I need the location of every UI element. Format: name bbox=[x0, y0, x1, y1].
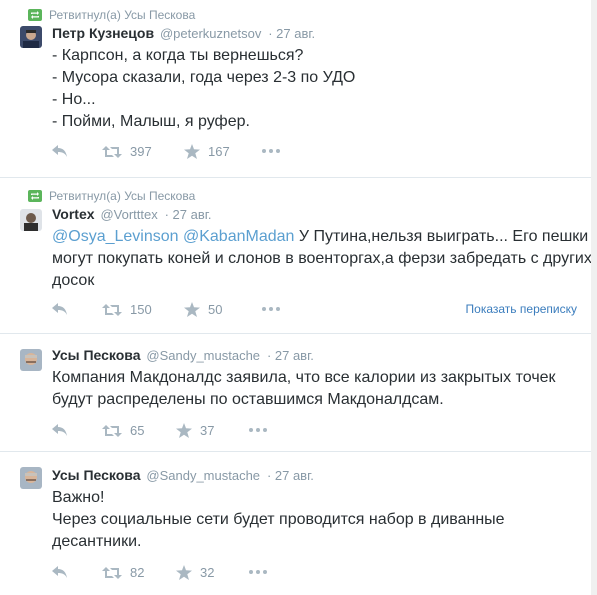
avatar[interactable] bbox=[20, 467, 42, 489]
tweet-header: Петр Кузнецов @peterkuznetsov · 27 авг. bbox=[52, 25, 315, 41]
text-line: Важно! bbox=[52, 489, 105, 506]
more-icon bbox=[262, 149, 280, 153]
more-button[interactable] bbox=[262, 149, 280, 153]
reply-icon bbox=[52, 145, 67, 157]
text-line: могут покупать коней и слонов в военторг… bbox=[52, 250, 592, 267]
reply-button[interactable] bbox=[52, 302, 68, 316]
star-icon bbox=[184, 302, 200, 317]
star-icon bbox=[176, 565, 192, 580]
timestamp[interactable]: · 27 авг. bbox=[267, 348, 314, 363]
reply-icon bbox=[52, 566, 67, 578]
favorite-button[interactable]: 37 bbox=[176, 423, 214, 438]
star-icon bbox=[176, 423, 192, 438]
favorite-button[interactable]: 50 bbox=[184, 302, 222, 317]
retweeted-by-label: Ретвитнул(а) Усы Пескова bbox=[49, 8, 196, 22]
favorite-count: 32 bbox=[200, 565, 215, 580]
avatar[interactable] bbox=[20, 26, 42, 48]
tweet-text: - Карпсон, а когда ты вернешься? - Мусор… bbox=[52, 45, 582, 133]
author-handle[interactable]: @Vortttex bbox=[100, 207, 157, 222]
mention-link[interactable]: @Osya_Levinson bbox=[52, 228, 179, 245]
reply-button[interactable] bbox=[52, 565, 68, 579]
retweet-icon bbox=[102, 303, 122, 316]
more-button[interactable] bbox=[249, 570, 267, 574]
retweeted-by[interactable]: Ретвитнул(а) Усы Пескова bbox=[28, 189, 195, 203]
author-name[interactable]: Усы Пескова bbox=[52, 467, 141, 483]
text-line: будут распределены по оставшимся Макдона… bbox=[52, 391, 444, 408]
favorite-count: 167 bbox=[208, 144, 230, 159]
star-icon bbox=[184, 144, 200, 159]
retweet-icon bbox=[102, 145, 122, 158]
retweet-icon bbox=[102, 424, 122, 437]
tweet-1[interactable]: Ретвитнул(а) Усы Пескова Петр Кузнецов @… bbox=[0, 0, 591, 178]
timestamp[interactable]: · 27 авг. bbox=[267, 468, 314, 483]
tweet-2[interactable]: Ретвитнул(а) Усы Пескова Vortex @Vorttte… bbox=[0, 178, 592, 334]
tweet-header: Усы Пескова @Sandy_mustache · 27 авг. bbox=[52, 467, 314, 483]
retweet-count: 82 bbox=[130, 565, 145, 580]
favorite-button[interactable]: 32 bbox=[176, 565, 214, 580]
scrollbar[interactable] bbox=[591, 0, 597, 595]
favorite-count: 50 bbox=[208, 302, 223, 317]
tweet-4[interactable]: Усы Пескова @Sandy_mustache · 27 авг. Ва… bbox=[0, 452, 591, 595]
text-line: - Карпсон, а когда ты вернешься? bbox=[52, 47, 304, 64]
text-line-1: @Osya_Levinson @KabanMadan У Путина,нель… bbox=[52, 226, 588, 248]
tweet-3[interactable]: Усы Пескова @Sandy_mustache · 27 авг. Ко… bbox=[0, 334, 591, 452]
text-line: досок bbox=[52, 272, 95, 289]
reply-button[interactable] bbox=[52, 423, 68, 437]
tweet-actions: 65 37 bbox=[52, 423, 572, 439]
author-handle[interactable]: @peterkuznetsov bbox=[160, 26, 261, 41]
more-icon bbox=[249, 570, 267, 574]
tweet-header: Усы Пескова @Sandy_mustache · 27 авг. bbox=[52, 347, 314, 363]
more-button[interactable] bbox=[249, 428, 267, 432]
retweet-button[interactable]: 397 bbox=[102, 144, 152, 159]
reply-icon bbox=[52, 303, 67, 315]
retweet-button[interactable]: 65 bbox=[102, 423, 144, 438]
reply-button[interactable] bbox=[52, 144, 68, 158]
tweet-text: Компания Макдоналдс заявила, что все кал… bbox=[52, 367, 582, 411]
author-name[interactable]: Петр Кузнецов bbox=[52, 25, 154, 41]
text-line: - Пойми, Малыш, я руфер. bbox=[52, 113, 250, 130]
timestamp[interactable]: · 27 авг. bbox=[165, 207, 212, 222]
favorite-button[interactable]: 167 bbox=[184, 144, 230, 159]
retweeted-by[interactable]: Ретвитнул(а) Усы Пескова bbox=[28, 8, 195, 22]
author-name[interactable]: Усы Пескова bbox=[52, 347, 141, 363]
retweeted-by-label: Ретвитнул(а) Усы Пескова bbox=[49, 189, 196, 203]
text-line: - Но... bbox=[52, 91, 96, 108]
tweet-text: @Osya_Levinson @KabanMadan У Путина,нель… bbox=[52, 226, 592, 292]
text-line: десантники. bbox=[52, 533, 142, 550]
retweet-count: 150 bbox=[130, 302, 152, 317]
retweet-icon bbox=[102, 566, 122, 579]
mention-link[interactable]: @KabanMadan bbox=[183, 228, 294, 245]
tweet-header: Vortex @Vortttex · 27 авг. bbox=[52, 206, 212, 222]
author-handle[interactable]: @Sandy_mustache bbox=[146, 468, 260, 483]
show-conversation-link[interactable]: Показать переписку bbox=[466, 302, 577, 316]
author-handle[interactable]: @Sandy_mustache bbox=[146, 348, 260, 363]
tweet-text: Важно! Через социальные сети будет прово… bbox=[52, 487, 582, 553]
retweet-icon bbox=[28, 9, 42, 21]
avatar[interactable] bbox=[20, 349, 42, 371]
text-line: Компания Макдоналдс заявила, что все кал… bbox=[52, 369, 556, 386]
author-name[interactable]: Vortex bbox=[52, 206, 95, 222]
retweet-count: 397 bbox=[130, 144, 152, 159]
avatar[interactable] bbox=[20, 209, 42, 231]
retweet-count: 65 bbox=[130, 423, 145, 438]
more-button[interactable] bbox=[262, 307, 280, 311]
retweet-icon bbox=[28, 190, 42, 202]
text-fragment: У Путина,нельзя выиграть... Его пешки bbox=[294, 228, 589, 245]
favorite-count: 37 bbox=[200, 423, 215, 438]
text-line: - Мусора сказали, года через 2-3 по УДО bbox=[52, 69, 356, 86]
tweet-actions: 82 32 bbox=[52, 565, 572, 581]
reply-icon bbox=[52, 424, 67, 436]
timestamp[interactable]: · 27 авг. bbox=[268, 26, 315, 41]
text-line: Через социальные сети будет проводится н… bbox=[52, 511, 505, 528]
retweet-button[interactable]: 150 bbox=[102, 302, 152, 317]
more-icon bbox=[262, 307, 280, 311]
retweet-button[interactable]: 82 bbox=[102, 565, 144, 580]
tweet-actions: 397 167 bbox=[52, 144, 572, 160]
more-icon bbox=[249, 428, 267, 432]
